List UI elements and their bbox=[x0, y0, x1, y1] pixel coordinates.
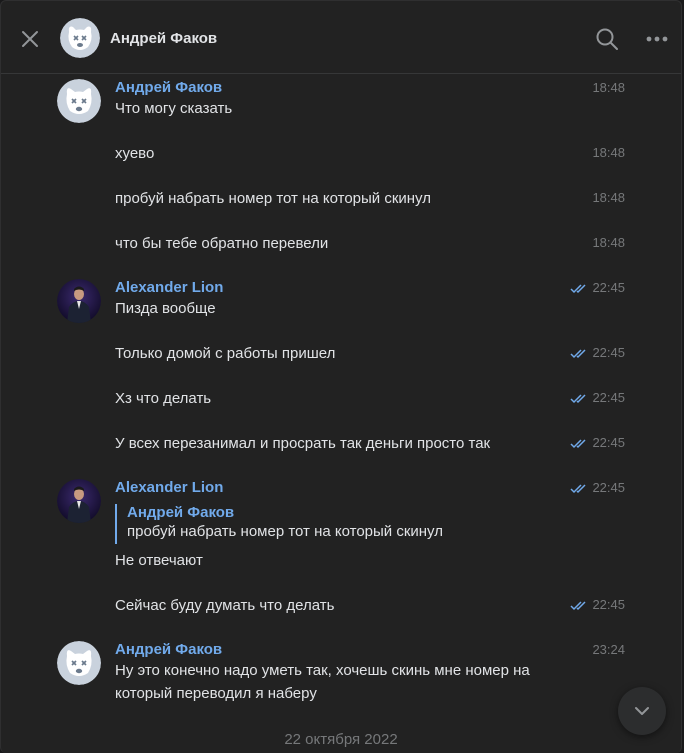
message-time-label: 22:45 bbox=[592, 435, 625, 450]
chat-window: Андрей Факов Андрей Факов Что могу сказа… bbox=[0, 0, 682, 753]
message-time: 18:48 bbox=[592, 190, 625, 205]
avatar[interactable] bbox=[57, 79, 101, 123]
message-text: что бы тебе обратно перевели bbox=[115, 235, 329, 252]
avatar[interactable] bbox=[57, 479, 101, 523]
message-time: 18:48 bbox=[592, 145, 625, 160]
message-time-label: 22:45 bbox=[592, 390, 625, 405]
message-time: 18:48 bbox=[592, 80, 625, 95]
message-time: 22:45 bbox=[570, 345, 625, 360]
search-icon[interactable] bbox=[595, 27, 619, 51]
message-text: Пизда вообще bbox=[115, 300, 216, 317]
message-time: 22:45 bbox=[570, 435, 625, 450]
close-icon[interactable] bbox=[19, 28, 41, 50]
message-text: Не отвечают bbox=[115, 552, 203, 569]
message-time-label: 22:45 bbox=[592, 480, 625, 495]
chat-title: Андрей Факов bbox=[110, 30, 218, 47]
message-text: У всех перезанимал и просрать так деньги… bbox=[115, 435, 491, 452]
header-avatar[interactable] bbox=[60, 18, 100, 58]
message-text: хуево bbox=[115, 145, 155, 162]
avatar[interactable] bbox=[57, 641, 101, 685]
read-ticks-icon bbox=[570, 601, 586, 610]
message-time: 22:45 bbox=[570, 597, 625, 612]
message-time: 22:45 bbox=[570, 390, 625, 405]
message-time-label: 22:45 bbox=[592, 280, 625, 295]
message-time: 22:45 bbox=[570, 280, 625, 295]
message-time: 18:48 bbox=[592, 235, 625, 250]
reply-author: Андрей Факов bbox=[127, 504, 235, 521]
chat-header: Андрей Факов bbox=[1, 1, 681, 74]
message-text: Сейчас буду думать что делать bbox=[115, 597, 335, 614]
message-time-label: 22:45 bbox=[592, 597, 625, 612]
message-text: Только домой с работы пришел bbox=[115, 345, 336, 362]
message-text-line2: который переводил я наберу bbox=[115, 685, 317, 702]
read-ticks-icon bbox=[570, 439, 586, 448]
message-author[interactable]: Alexander Lion bbox=[115, 479, 223, 496]
message-time-label: 22:45 bbox=[592, 345, 625, 360]
read-ticks-icon bbox=[570, 284, 586, 293]
reply-quote[interactable]: Андрей Факов пробуй набрать номер тот на… bbox=[115, 504, 443, 544]
chevron-down-icon bbox=[635, 707, 649, 715]
read-ticks-icon bbox=[570, 349, 586, 358]
date-separator: 22 октября 2022 bbox=[284, 731, 398, 748]
avatar[interactable] bbox=[57, 279, 101, 323]
message-author[interactable]: Alexander Lion bbox=[115, 279, 223, 296]
reply-text: пробуй набрать номер тот на который скин… bbox=[127, 523, 443, 540]
message-text: пробуй набрать номер тот на который скин… bbox=[115, 190, 431, 207]
message-time: 23:24 bbox=[592, 642, 625, 657]
scroll-down-button[interactable] bbox=[618, 687, 666, 735]
read-ticks-icon bbox=[570, 484, 586, 493]
message-author[interactable]: Андрей Факов bbox=[115, 79, 222, 96]
message-text: Хз что делать bbox=[115, 390, 212, 407]
more-icon[interactable] bbox=[646, 34, 668, 44]
read-ticks-icon bbox=[570, 394, 586, 403]
message-time: 22:45 bbox=[570, 480, 625, 495]
message-text: Что могу сказать bbox=[115, 100, 233, 117]
message-author[interactable]: Андрей Факов bbox=[115, 641, 222, 658]
message-text-line1: Ну это конечно надо уметь так, хочешь ск… bbox=[115, 662, 530, 679]
